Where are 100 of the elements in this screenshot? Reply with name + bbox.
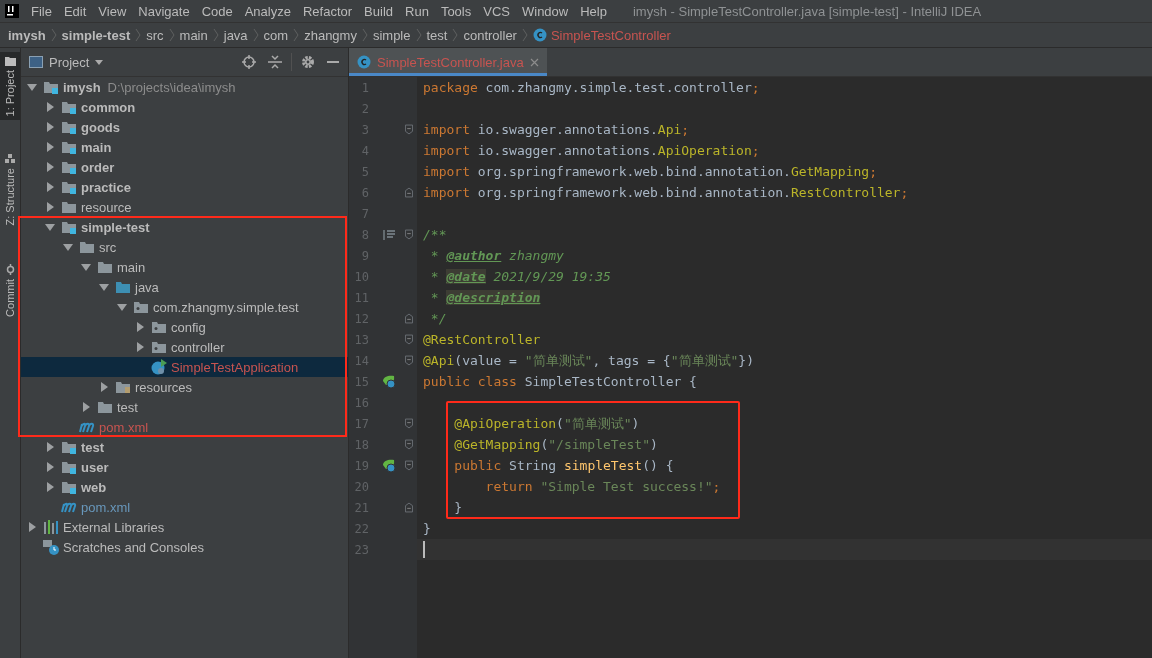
tree-item[interactable]: test xyxy=(21,437,348,457)
chevron-icon xyxy=(252,28,259,42)
menu-item[interactable]: Tools xyxy=(434,3,478,19)
settings-icon[interactable] xyxy=(301,55,315,69)
tree-item[interactable]: practice xyxy=(21,177,348,197)
tree-item[interactable]: config xyxy=(21,317,348,337)
libraries-icon xyxy=(43,520,59,534)
tree-item[interactable]: pom.xml xyxy=(21,497,348,517)
menu-item[interactable]: Refactor xyxy=(296,3,359,19)
expanded-arrow-icon[interactable] xyxy=(99,282,109,292)
breadcrumb[interactable]: test xyxy=(426,27,448,43)
collapse-all-icon[interactable] xyxy=(268,55,282,69)
expanded-arrow-icon[interactable] xyxy=(117,302,127,312)
close-icon[interactable] xyxy=(529,57,539,67)
tree-item[interactable]: web xyxy=(21,477,348,497)
package-icon xyxy=(151,340,167,354)
collapsed-arrow-icon[interactable] xyxy=(81,402,91,412)
tree-item[interactable]: test xyxy=(21,397,348,417)
tool-window-tab[interactable]: Commit xyxy=(0,259,20,321)
package-icon xyxy=(133,300,149,314)
tree-item[interactable]: simple-test xyxy=(21,217,348,237)
fold-marker-icon[interactable] xyxy=(405,313,413,324)
collapsed-arrow-icon[interactable] xyxy=(45,142,55,152)
structure-icon xyxy=(4,154,16,165)
fold-marker-icon[interactable] xyxy=(405,418,413,429)
app-logo-icon xyxy=(5,4,19,18)
menu-item[interactable]: Navigate xyxy=(132,3,196,19)
expanded-arrow-icon[interactable] xyxy=(27,82,37,92)
tree-item[interactable]: order xyxy=(21,157,348,177)
menu-item[interactable]: Code xyxy=(195,3,239,19)
doc-render-icon[interactable] xyxy=(383,229,395,240)
collapsed-arrow-icon[interactable] xyxy=(45,182,55,192)
tree-item[interactable]: imysh D:\projects\idea\imysh xyxy=(21,77,348,97)
chevron-icon xyxy=(168,28,175,42)
fold-marker-icon[interactable] xyxy=(405,355,413,366)
tree-item[interactable]: common xyxy=(21,97,348,117)
tree-item[interactable]: External Libraries xyxy=(21,517,348,537)
tool-window-tab[interactable]: Z: Structure xyxy=(0,150,20,230)
code-line: public class SimpleTestController { xyxy=(422,374,697,389)
caret-icon[interactable] xyxy=(95,59,104,65)
expanded-arrow-icon[interactable] xyxy=(81,262,91,272)
breadcrumb[interactable]: main xyxy=(179,27,208,43)
menu-item[interactable]: Build xyxy=(358,3,399,19)
code-line: public String simpleTest() { xyxy=(453,458,674,473)
collapsed-arrow-icon[interactable] xyxy=(45,482,55,492)
panel-title-dropdown[interactable]: Project xyxy=(49,54,90,70)
menu-item[interactable]: Analyze xyxy=(238,3,297,19)
menu-item[interactable]: Help xyxy=(574,3,613,19)
breadcrumb[interactable]: simple-test xyxy=(61,27,131,43)
menu-item[interactable]: Edit xyxy=(57,3,93,19)
tree-item[interactable]: resources xyxy=(21,377,348,397)
fold-marker-icon[interactable] xyxy=(405,187,413,198)
fold-marker-icon[interactable] xyxy=(405,502,413,513)
fold-marker-icon[interactable] xyxy=(405,439,413,450)
collapsed-arrow-icon[interactable] xyxy=(27,522,37,532)
bean-icon[interactable] xyxy=(382,374,396,389)
collapsed-arrow-icon[interactable] xyxy=(99,382,109,392)
breadcrumb[interactable]: controller xyxy=(463,27,517,43)
tool-window-tab[interactable]: 1: Project xyxy=(0,52,20,121)
fold-marker-icon[interactable] xyxy=(405,334,413,345)
fold-marker-icon[interactable] xyxy=(405,460,413,471)
collapsed-arrow-icon[interactable] xyxy=(45,122,55,132)
menu-item[interactable]: Run xyxy=(399,3,435,19)
tree-item[interactable]: resource xyxy=(21,197,348,217)
menu-item[interactable]: View xyxy=(92,3,133,19)
menu-item[interactable]: Window xyxy=(515,3,575,19)
package-icon xyxy=(151,320,167,334)
collapsed-arrow-icon[interactable] xyxy=(45,162,55,172)
menu-item[interactable]: VCS xyxy=(477,3,516,19)
collapsed-arrow-icon[interactable] xyxy=(45,462,55,472)
collapsed-arrow-icon[interactable] xyxy=(45,202,55,212)
bean-icon[interactable] xyxy=(382,458,396,473)
expanded-arrow-icon[interactable] xyxy=(45,222,55,232)
tree-item[interactable]: main xyxy=(21,257,348,277)
breadcrumb[interactable]: com xyxy=(263,27,289,43)
breadcrumb[interactable]: zhangmy xyxy=(304,27,357,43)
tree-item[interactable]: Scratches and Consoles xyxy=(21,537,348,557)
tree-item[interactable]: user xyxy=(21,457,348,477)
collapsed-arrow-icon[interactable] xyxy=(135,322,145,332)
tree-item[interactable]: SimpleTestApplication xyxy=(21,357,348,377)
tree-item[interactable]: java xyxy=(21,277,348,297)
collapsed-arrow-icon[interactable] xyxy=(45,102,55,112)
locate-icon[interactable] xyxy=(242,55,256,69)
breadcrumb[interactable]: java xyxy=(223,27,248,43)
tree-item[interactable]: com.zhangmy.simple.test xyxy=(21,297,348,317)
code-line: */ xyxy=(429,311,447,326)
menu-item[interactable]: File xyxy=(25,3,58,19)
breadcrumb[interactable]: simple xyxy=(372,27,411,43)
expanded-arrow-icon[interactable] xyxy=(63,242,73,252)
breadcrumb[interactable]: imysh xyxy=(8,27,46,43)
tree-item[interactable]: main xyxy=(21,137,348,157)
fold-marker-icon[interactable] xyxy=(405,124,413,135)
breadcrumb[interactable]: src xyxy=(146,27,164,43)
tree-item[interactable]: goods xyxy=(21,117,348,137)
tree-item[interactable]: src xyxy=(21,237,348,257)
collapsed-arrow-icon[interactable] xyxy=(135,342,145,352)
fold-marker-icon[interactable] xyxy=(405,229,413,240)
collapsed-arrow-icon[interactable] xyxy=(45,442,55,452)
module-folder-icon xyxy=(61,100,77,114)
tree-item[interactable]: controller xyxy=(21,337,348,357)
